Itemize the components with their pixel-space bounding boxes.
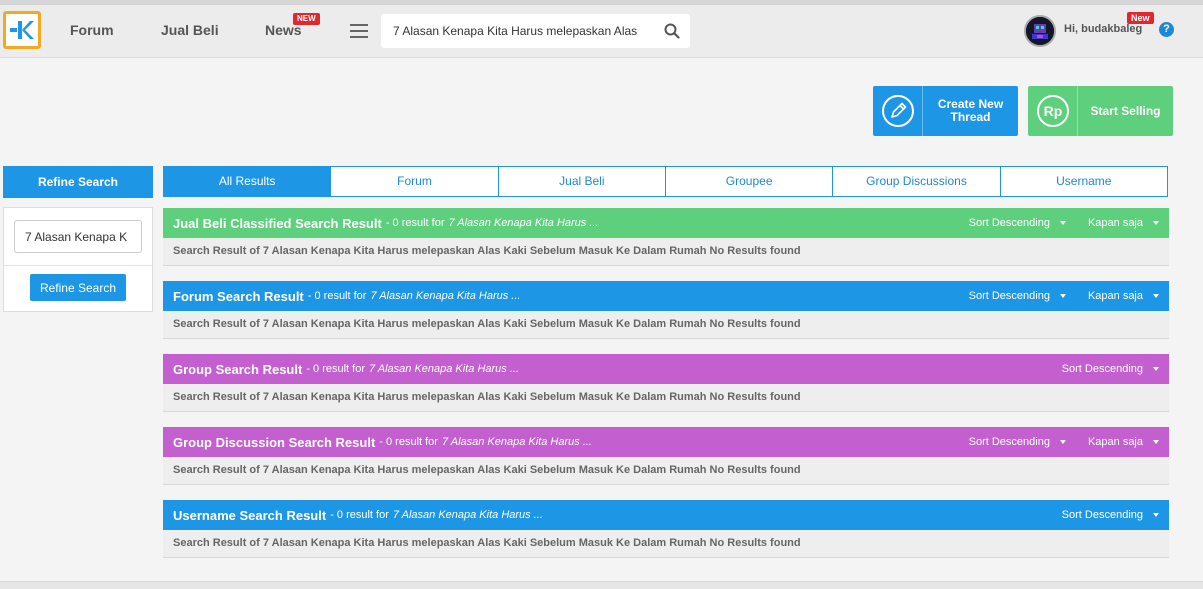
section-query: 7 Alasan Kenapa Kita Harus ... [441,436,592,448]
sort-descending-dropdown[interactable]: Sort Descending [1062,509,1159,521]
create-new-thread-button[interactable]: Create New Thread [873,86,1018,136]
tab-group-discussions[interactable]: Group Discussions [833,166,1001,197]
create-new-thread-label: Create New Thread [937,97,1004,124]
section-title: Username Search Result [173,507,327,523]
section-count: - 0 result for [385,217,445,229]
section-title: Forum Search Result [173,288,304,304]
result-tabs: All Results Forum Jual Beli Groupee Grou… [163,166,1168,197]
section-query: 7 Alasan Kenapa Kita Harus ... [369,363,520,375]
section-result-text: Search Result of 7 Alasan Kenapa Kita Ha… [173,318,801,330]
section-query: 7 Alasan Kenapa Kita Harus ... [370,290,521,302]
start-selling-label: Start Selling [1090,103,1161,118]
user-new-badge: New [1127,12,1154,24]
caret-down-icon [1153,513,1159,517]
kaskus-logo-icon[interactable] [3,11,41,49]
section-query: 7 Alasan Kenapa Kita Harus ... [448,217,599,229]
caret-down-icon [1153,221,1159,225]
rupiah-icon: Rp [1028,86,1078,136]
kapan-saja-dropdown[interactable]: Kapan saja [1088,436,1159,448]
section-count: - 0 result for [306,363,365,375]
section-header: Group Discussion Search Result - 0 resul… [163,427,1169,457]
section-header: Forum Search Result - 0 result for 7 Ala… [163,281,1169,311]
section-title: Jual Beli Classified Search Result [173,215,382,231]
sort-label: Sort Descending [968,217,1050,229]
refine-search-button[interactable]: Refine Search [30,274,126,301]
kaskus-logo-glyph [10,21,34,39]
tab-jual-beli[interactable]: Jual Beli [498,166,666,197]
jual-beli-result-section: Jual Beli Classified Search Result - 0 r… [163,208,1169,266]
sort-label: Sort Descending [1061,509,1143,521]
sort-descending-dropdown[interactable]: Sort Descending [1062,363,1159,375]
section-title: Group Search Result [173,361,303,377]
forum-result-section: Forum Search Result - 0 result for 7 Ala… [163,281,1169,339]
top-navigation-bar: Forum Jual Beli News NEW Hi, budakbaleg … [0,0,1203,58]
search-icon[interactable] [664,23,680,39]
sort-descending-dropdown[interactable]: Sort Descending [969,290,1066,302]
section-count: - 0 result for [379,436,438,448]
refine-search-heading: Refine Search [3,166,153,198]
section-count: - 0 result for [307,290,367,302]
caret-down-icon [1153,367,1159,371]
group-discussion-result-section: Group Discussion Search Result - 0 resul… [163,427,1169,485]
refine-search-panel: Refine Search [3,207,153,312]
search-box [381,14,690,48]
tab-forum[interactable]: Forum [331,166,499,197]
tab-username[interactable]: Username [1000,166,1168,197]
pencil-icon [873,86,923,136]
news-new-badge: NEW [293,13,320,25]
search-input[interactable] [381,14,653,48]
tab-groupee[interactable]: Groupee [665,166,834,197]
username-result-section: Username Search Result - 0 result for 7 … [163,500,1169,558]
sort-label: Sort Descending [968,290,1050,302]
tab-all-results[interactable]: All Results [163,166,332,197]
caret-down-icon [1153,294,1159,298]
caret-down-icon [1059,294,1066,298]
section-header: Username Search Result - 0 result for 7 … [163,500,1169,530]
section-result-text: Search Result of 7 Alasan Kenapa Kita Ha… [173,464,801,476]
kapan-saja-dropdown[interactable]: Kapan saja [1088,290,1159,302]
avatar-image [1026,17,1054,45]
caret-down-icon [1059,440,1066,444]
start-selling-button[interactable]: Rp Start Selling [1028,86,1173,136]
refine-search-input[interactable] [14,220,142,253]
section-query: 7 Alasan Kenapa Kita Harus ... [392,509,543,521]
sort-descending-dropdown[interactable]: Sort Descending [969,436,1066,448]
section-result-text: Search Result of 7 Alasan Kenapa Kita Ha… [173,245,801,257]
nav-forum-link[interactable]: Forum [70,22,114,38]
section-count: - 0 result for [330,509,389,521]
rupiah-icon-text: Rp [1043,103,1062,119]
hamburger-menu-icon[interactable] [350,24,368,38]
section-header: Group Search Result - 0 result for 7 Ala… [163,354,1169,384]
nav-jual-beli-link[interactable]: Jual Beli [161,22,219,38]
group-result-section: Group Search Result - 0 result for 7 Ala… [163,354,1169,412]
avatar[interactable] [1024,15,1056,47]
caret-down-icon [1153,440,1159,444]
sort-label: Sort Descending [968,436,1050,448]
sort-descending-dropdown[interactable]: Sort Descending [969,217,1066,229]
section-header: Jual Beli Classified Search Result - 0 r… [163,208,1169,238]
section-result-text: Search Result of 7 Alasan Kenapa Kita Ha… [173,537,801,549]
page-bottom-divider [0,581,1203,589]
caret-down-icon [1059,221,1066,225]
time-label: Kapan saja [1087,290,1143,302]
kapan-saja-dropdown[interactable]: Kapan saja [1088,217,1159,229]
sort-label: Sort Descending [1061,363,1143,375]
section-title: Group Discussion Search Result [173,434,376,450]
section-result-text: Search Result of 7 Alasan Kenapa Kita Ha… [173,391,801,403]
user-greeting[interactable]: Hi, budakbaleg [1064,23,1142,35]
help-icon[interactable]: ? [1159,22,1174,37]
time-label: Kapan saja [1087,436,1143,448]
refine-divider [4,265,152,266]
time-label: Kapan saja [1087,217,1143,229]
